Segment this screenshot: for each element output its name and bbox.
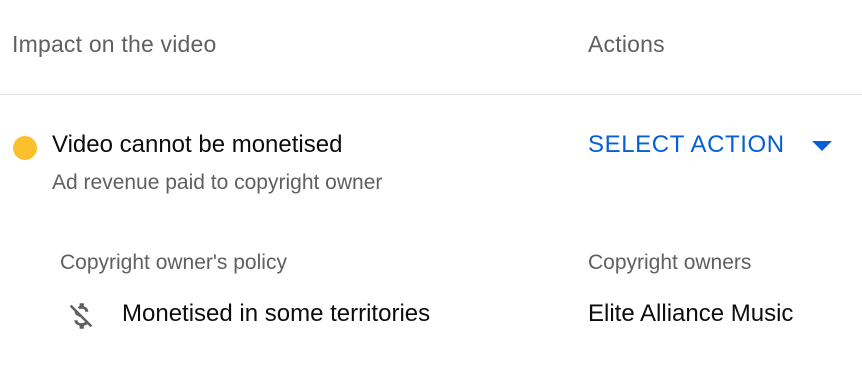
impact-title: Video cannot be monetised xyxy=(52,131,343,158)
select-action-label[interactable]: SELECT ACTION xyxy=(588,131,785,159)
copyright-claim-details: Impact on the video Actions Video cannot… xyxy=(0,0,862,365)
policy-value: Monetised in some territories xyxy=(122,300,431,327)
actions-column-header: Actions xyxy=(588,31,665,57)
copyright-owner-name: Elite Alliance Music xyxy=(588,300,794,327)
impact-subtitle: Ad revenue paid to copyright owner xyxy=(52,171,383,194)
status-dot-icon xyxy=(13,136,37,160)
table-header: Impact on the video Actions xyxy=(0,0,862,95)
arrow-drop-down-icon[interactable] xyxy=(812,141,832,151)
money-off-icon xyxy=(69,303,93,329)
policy-header: Copyright owner's policy xyxy=(60,251,287,274)
owners-header: Copyright owners xyxy=(588,251,752,274)
select-action-dropdown[interactable]: SELECT ACTION xyxy=(588,128,832,162)
impact-column-header: Impact on the video xyxy=(12,31,217,57)
